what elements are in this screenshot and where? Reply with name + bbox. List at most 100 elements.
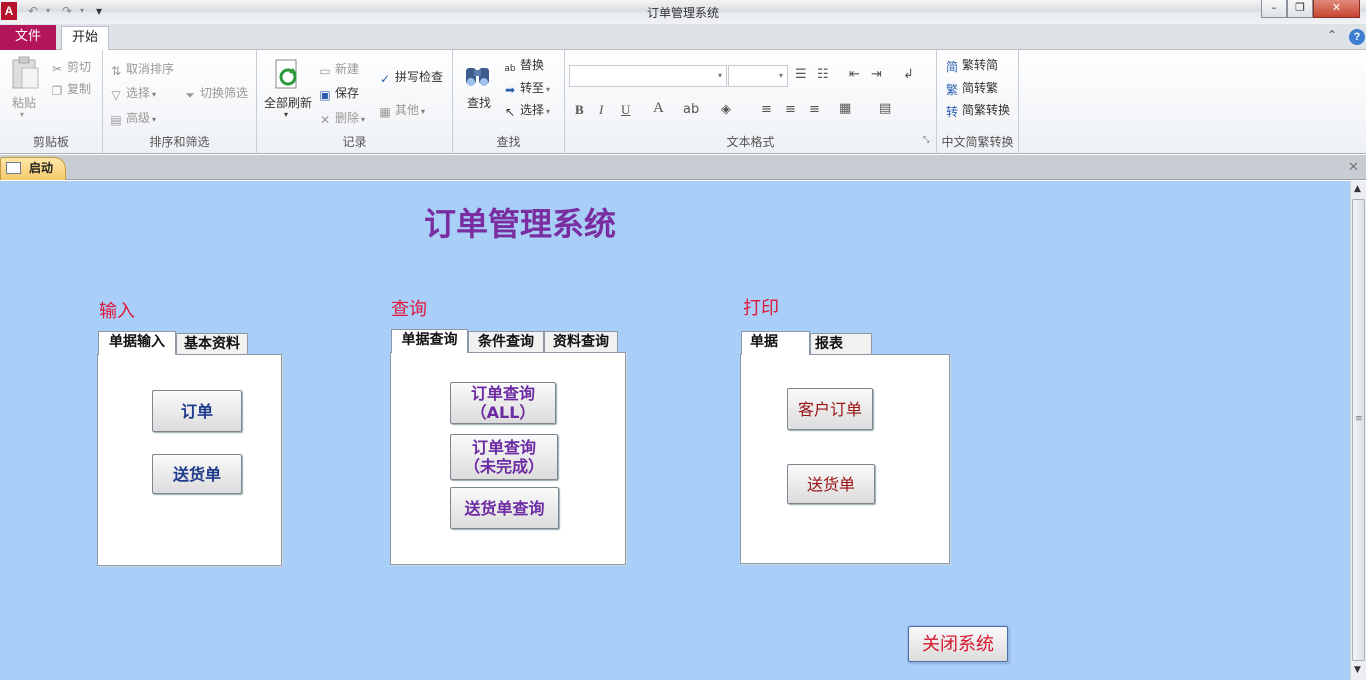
copy-icon: ❐ (51, 84, 63, 98)
tab-document-input[interactable]: 单据输入 (98, 331, 176, 355)
delivery-query-label: 送货单查询 (464, 498, 545, 518)
delivery-query-button[interactable]: 送货单查询 (450, 487, 559, 529)
query-panel: 订单查询 （ALL） 订单查询 （未完成） 送货单查询 (390, 352, 626, 565)
chinese-conversion-group-label: 中文简繁转换 (941, 135, 1014, 149)
ribbon-tab-row: 文件 开始 ⌃ (0, 24, 1366, 51)
highlight-icon[interactable]: ab (683, 102, 699, 117)
order-query-unfinished-button[interactable]: 订单查询 （未完成） (450, 434, 558, 480)
align-center-icon[interactable]: ≡ (785, 102, 796, 117)
decrease-indent-icon[interactable]: ⇤ (849, 67, 860, 82)
collapse-ribbon-icon[interactable]: ⌃ (1327, 28, 1337, 42)
replace-button[interactable]: ab 替换 (503, 56, 544, 76)
minimize-button[interactable]: – (1261, 0, 1287, 18)
fill-color-icon[interactable]: ◈ (721, 102, 731, 117)
delivery-input-button[interactable]: 送货单 (152, 454, 242, 494)
restore-button[interactable]: ❐ (1287, 0, 1313, 18)
close-system-button[interactable]: 关闭系统 (908, 626, 1008, 662)
refresh-all-button[interactable]: 全部刷新 (264, 94, 312, 111)
paste-dropdown-icon[interactable]: ▾ (20, 110, 24, 119)
select-label: 选择 (520, 103, 545, 117)
font-size-combo[interactable]: ▾ (728, 65, 788, 87)
tab-startup-form[interactable]: 启动 (0, 157, 66, 180)
font-name-combo[interactable]: ▾ (569, 65, 727, 87)
bullets-icon[interactable]: ☰ (795, 67, 807, 82)
customer-order-print-button[interactable]: 客户订单 (787, 388, 873, 430)
tab-file[interactable]: 文件 (0, 25, 56, 50)
toggle-filter-label: 切换筛选 (200, 86, 249, 100)
goto-button[interactable]: ➡ 转至 ▾ (503, 79, 550, 97)
alternate-row-color-icon[interactable]: ▤ (879, 101, 891, 116)
refresh-dropdown-icon[interactable]: ▾ (284, 110, 288, 119)
align-right-icon[interactable]: ≡ (809, 102, 820, 117)
order-query-all-line1: 订单查询 (470, 384, 535, 403)
align-left-icon[interactable]: ≡ (761, 102, 772, 117)
print-section-label: 打印 (743, 298, 779, 319)
selection-filter-button[interactable]: ▽ 选择 ▾ (109, 84, 156, 102)
save-button[interactable]: ▣ 保存 (318, 84, 359, 102)
scissors-icon: ✂ (51, 62, 63, 76)
toggle-filter-button[interactable]: ⏷ 切换筛选 (183, 84, 248, 102)
bold-button[interactable]: B (575, 102, 584, 118)
copy-label: 复制 (67, 82, 92, 96)
find-button[interactable]: 查找 (467, 94, 491, 111)
cancel-sort-label: 取消排序 (126, 62, 175, 76)
tab-home[interactable]: 开始 (61, 26, 109, 51)
close-icon[interactable]: ✕ (1348, 160, 1359, 175)
cut-button[interactable]: ✂ 剪切 (50, 58, 91, 76)
scroll-up-icon[interactable]: ▲ (1354, 184, 1361, 194)
help-icon[interactable]: ? (1349, 29, 1365, 45)
gridlines-icon[interactable]: ▦ (839, 101, 851, 116)
binoculars-icon[interactable] (463, 58, 493, 90)
copy-button[interactable]: ❐ 复制 (50, 80, 91, 98)
font-color-button[interactable]: A (653, 100, 664, 117)
to-simplified-button[interactable]: 简繁转简 (945, 56, 998, 74)
other-label: 其他 (395, 103, 420, 117)
tab-document-print[interactable]: 单据 (741, 331, 810, 355)
order-input-button[interactable]: 订单 (152, 390, 242, 432)
ribbon: 粘贴 ▾ ✂ 剪切 ❐ 复制 剪贴板 ⇅ 取消排序 ▽ 选择 ▾ ⏷ 切换筛选 ▤ 高级 ▾ 排… (0, 50, 1366, 154)
paste-button[interactable]: 粘贴 (12, 94, 36, 111)
clear-sort-icon: ⇅ (110, 64, 122, 78)
spell-check-button[interactable]: ✓ 拼写检查 (378, 68, 443, 86)
convert-button[interactable]: 转简繁转换 (945, 101, 1010, 119)
delete-icon: ✕ (319, 113, 331, 127)
to-traditional-icon: 繁 (945, 83, 958, 97)
tab-document-query[interactable]: 单据查询 (391, 329, 468, 353)
close-window-button[interactable]: ✕ (1313, 0, 1360, 18)
refresh-all-icon[interactable] (273, 58, 303, 92)
scroll-down-icon[interactable]: ▼ (1354, 665, 1361, 675)
order-query-unfinished-line2: （未完成） (463, 457, 544, 476)
numbering-icon[interactable]: ☷ (817, 67, 829, 82)
increase-indent-icon[interactable]: ⇥ (871, 67, 882, 82)
to-traditional-button[interactable]: 繁简转繁 (945, 79, 998, 97)
scrollbar-thumb[interactable] (1352, 199, 1365, 661)
text-direction-icon[interactable]: ↲ (903, 67, 914, 82)
tab-condition-query[interactable]: 条件查询 (468, 331, 544, 353)
new-record-button[interactable]: ▭ 新建 (318, 60, 359, 78)
select-button[interactable]: ↖ 选择 ▾ (503, 101, 550, 119)
vertical-scrollbar[interactable]: ▲ ≡ ▼ (1350, 181, 1366, 680)
order-query-unfinished-line1: 订单查询 (471, 438, 536, 457)
delete-button[interactable]: ✕ 删除 ▾ (318, 109, 365, 127)
advanced-filter-button[interactable]: ▤ 高级 ▾ (109, 109, 156, 127)
input-panel: 订单 送货单 (97, 354, 282, 566)
italic-button[interactable]: I (599, 102, 603, 118)
paste-icon[interactable] (10, 56, 40, 90)
to-traditional-label: 简转繁 (962, 81, 999, 95)
tab-data-query[interactable]: 资料查询 (544, 331, 618, 353)
find-group: 查找 ab 替换 ➡ 转至 ▾ ↖ 选择 ▾ 查找 (453, 50, 565, 153)
records-group-label: 记录 (342, 135, 367, 149)
chinese-conversion-group: 简繁转简 繁简转繁 转简繁转换 中文简繁转换 (937, 50, 1019, 153)
selection-filter-label: 选择 (126, 86, 151, 100)
order-query-all-line2: （ALL） (470, 403, 536, 422)
other-button[interactable]: ▦ 其他 ▾ (378, 101, 425, 119)
sort-filter-group-label: 排序和筛选 (149, 135, 210, 149)
order-query-all-button[interactable]: 订单查询 （ALL） (450, 382, 556, 424)
sort-filter-group: ⇅ 取消排序 ▽ 选择 ▾ ⏷ 切换筛选 ▤ 高级 ▾ 排序和筛选 (103, 50, 257, 153)
delivery-print-button[interactable]: 送货单 (787, 464, 875, 504)
records-group: 全部刷新 ▾ ▭ 新建 ▣ 保存 ✕ 删除 ▾ ✓ 拼写检查 ▦ 其他 ▾ 记录 (257, 50, 453, 153)
tab-report-print[interactable]: 报表 (810, 333, 872, 355)
underline-button[interactable]: U (621, 102, 630, 118)
tab-basic-data[interactable]: 基本资料 (176, 333, 248, 355)
cancel-sort-button[interactable]: ⇅ 取消排序 (109, 60, 174, 78)
